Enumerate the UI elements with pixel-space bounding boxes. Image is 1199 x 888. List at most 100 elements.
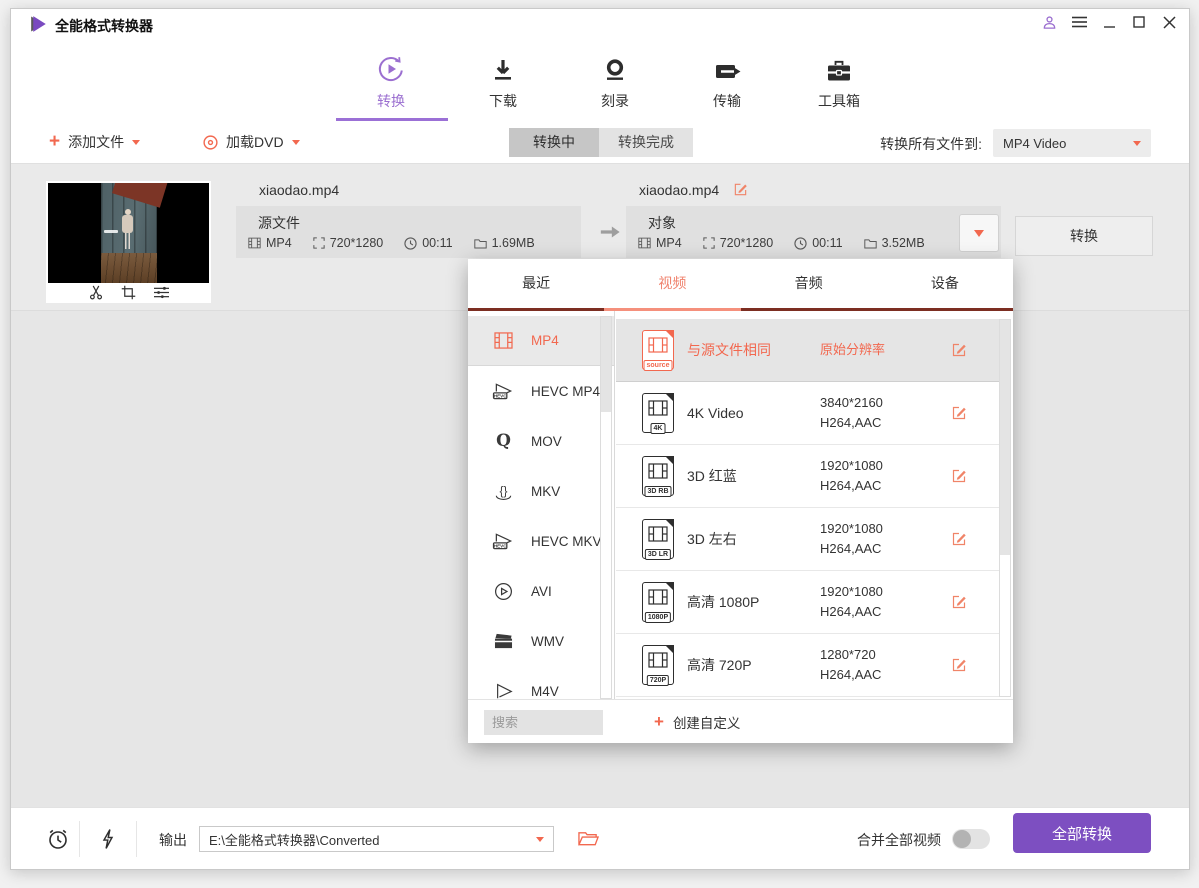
preset-resolution: 3840*2160 xyxy=(820,395,883,410)
convert-button[interactable]: 转换 xyxy=(1015,216,1153,256)
preset-list-scrollbar[interactable] xyxy=(999,319,1011,697)
clock-icon xyxy=(404,237,417,250)
target-size: 3.52MB xyxy=(882,236,925,250)
format-item-mp4[interactable]: MP4 xyxy=(468,316,615,366)
edit-preset-icon[interactable] xyxy=(951,657,967,673)
edit-preset-icon[interactable] xyxy=(951,594,967,610)
edit-preset-icon[interactable] xyxy=(951,468,967,484)
title-bar: 全能格式转换器 xyxy=(11,9,1189,39)
nav-toolbox[interactable]: 工具箱 xyxy=(801,39,877,121)
main-nav: 转换 下载 刻录 传输 工具箱 xyxy=(11,39,1189,121)
nav-burn-label: 刻录 xyxy=(601,91,629,111)
add-files-label: 添加文件 xyxy=(68,132,124,152)
nav-download-label: 下载 xyxy=(489,91,517,111)
crop-icon[interactable] xyxy=(121,285,136,300)
tab-recent[interactable]: 最近 xyxy=(468,259,604,308)
high-speed-icon[interactable] xyxy=(101,828,115,849)
format-item-hevc-mkv[interactable]: HEVC HEVC MKV xyxy=(468,516,615,566)
toolbox-icon xyxy=(826,54,852,84)
output-format-dropdown[interactable]: MP4 Video xyxy=(993,129,1151,157)
target-duration: 00:11 xyxy=(812,236,842,250)
add-files-button[interactable]: + 添加文件 xyxy=(49,121,140,163)
trim-icon[interactable] xyxy=(88,284,104,300)
tab-converted[interactable]: 转换完成 xyxy=(599,128,693,157)
effects-icon[interactable] xyxy=(153,285,170,300)
preset-title: 4K Video xyxy=(687,405,820,421)
output-label: 输出 xyxy=(159,830,187,850)
nav-transfer-label: 传输 xyxy=(713,91,741,111)
format-label: M4V xyxy=(531,684,559,699)
tab-converting[interactable]: 转换中 xyxy=(509,128,599,157)
format-item-wmv[interactable]: WMV xyxy=(468,616,615,666)
preset-title: 3D 左右 xyxy=(687,529,820,549)
output-path-input[interactable] xyxy=(209,832,536,847)
schedule-timer-icon[interactable] xyxy=(46,827,70,851)
preset-title: 3D 红蓝 xyxy=(687,466,820,486)
resolution-icon xyxy=(703,237,715,249)
format-item-mov[interactable]: Q MOV xyxy=(468,416,615,466)
4k-preset-icon: 4K xyxy=(642,393,674,433)
source-section-label: 源文件 xyxy=(258,213,300,233)
nav-convert[interactable]: 转换 xyxy=(353,39,429,121)
format-label: MP4 xyxy=(531,333,559,348)
tab-video[interactable]: 视频 xyxy=(604,259,740,308)
burn-disc-icon xyxy=(603,54,627,84)
load-dvd-button[interactable]: 加载DVD xyxy=(203,121,300,163)
1080p-preset-icon: 1080P xyxy=(642,582,674,622)
output-path-box[interactable] xyxy=(199,826,554,852)
open-folder-icon[interactable] xyxy=(578,831,599,847)
preset-codec: H264,AAC xyxy=(820,415,881,430)
account-icon[interactable] xyxy=(1041,14,1057,30)
preset-same-as-source[interactable]: source 与源文件相同 原始分辨率 xyxy=(616,319,999,382)
edit-preset-icon[interactable] xyxy=(951,531,967,547)
preset-hd-720p[interactable]: 720P 高清 720P 1280*720H264,AAC xyxy=(616,634,999,697)
target-format-dropdown-button[interactable] xyxy=(959,214,999,252)
format-list-scrollbar[interactable] xyxy=(600,316,612,699)
preset-3d-rb[interactable]: 3D RB 3D 红蓝 1920*1080H264,AAC xyxy=(616,445,999,508)
search-input[interactable] xyxy=(484,710,603,735)
format-item-hevc-mp4[interactable]: HEVC HEVC MP4 xyxy=(468,366,615,416)
nav-transfer[interactable]: 传输 xyxy=(689,39,765,121)
format-item-mkv[interactable]: {} MKV xyxy=(468,466,615,516)
format-label: HEVC MP4 xyxy=(531,384,600,399)
preset-resolution: 原始分辨率 xyxy=(820,342,885,357)
video-thumbnail-card xyxy=(46,181,211,303)
preset-hd-1080p[interactable]: 1080P 高清 1080P 1920*1080H264,AAC xyxy=(616,571,999,634)
tab-audio[interactable]: 音频 xyxy=(741,259,877,308)
chevron-down-icon xyxy=(536,837,544,842)
edit-preset-icon[interactable] xyxy=(951,405,967,421)
preset-4k[interactable]: 4K 4K Video 3840*2160 H264,AAC xyxy=(616,382,999,445)
rename-edit-icon[interactable] xyxy=(733,182,748,197)
dvd-disc-icon xyxy=(203,135,218,150)
create-custom-button[interactable]: + 创建自定义 xyxy=(654,700,740,744)
format-item-avi[interactable]: AVI xyxy=(468,566,615,616)
nav-burn[interactable]: 刻录 xyxy=(577,39,653,121)
merge-all-toggle[interactable] xyxy=(952,829,990,849)
720p-preset-icon: 720P xyxy=(642,645,674,685)
nav-download[interactable]: 下载 xyxy=(465,39,541,121)
video-thumbnail[interactable] xyxy=(48,183,209,283)
preset-3d-lr[interactable]: 3D LR 3D 左右 1920*1080H264,AAC xyxy=(616,508,999,571)
thumbnail-image xyxy=(101,183,157,283)
target-file-name: xiaodao.mp4 xyxy=(639,182,719,198)
menu-icon[interactable] xyxy=(1071,14,1087,30)
edit-preset-icon[interactable] xyxy=(951,342,967,358)
format-label: MKV xyxy=(531,484,560,499)
folder-icon xyxy=(864,238,877,249)
close-button[interactable] xyxy=(1161,14,1177,30)
clapperboard-icon xyxy=(492,632,515,650)
convert-all-button[interactable]: 全部转换 xyxy=(1013,813,1151,853)
source-format: MP4 xyxy=(266,236,292,250)
create-custom-label: 创建自定义 xyxy=(673,712,741,732)
chevron-down-icon xyxy=(292,140,300,145)
source-file-name: xiaodao.mp4 xyxy=(259,182,339,198)
source-duration: 00:11 xyxy=(422,236,452,250)
tab-device[interactable]: 设备 xyxy=(877,259,1013,308)
minimize-button[interactable] xyxy=(1101,14,1117,30)
svg-text:HEVC: HEVC xyxy=(494,393,507,398)
source-size: 1.69MB xyxy=(492,236,535,250)
maximize-button[interactable] xyxy=(1131,14,1147,30)
format-item-m4v[interactable]: M4V xyxy=(468,666,615,699)
nav-toolbox-label: 工具箱 xyxy=(818,91,860,111)
target-info-box: 对象 MP4 720*1280 00:11 3.52MB xyxy=(626,206,1001,258)
